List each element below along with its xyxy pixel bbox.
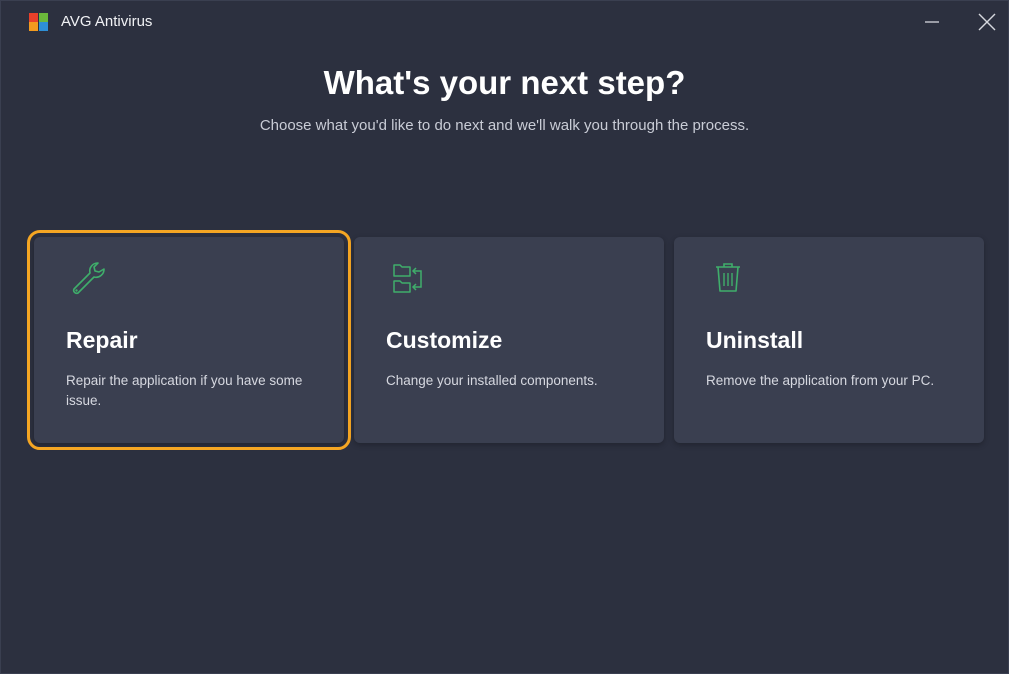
- avg-logo-icon: [29, 13, 48, 31]
- app-title: AVG Antivirus: [61, 13, 153, 30]
- customize-description: Change your installed components.: [386, 373, 598, 388]
- customize-title: Customize: [386, 327, 503, 353]
- close-icon: [978, 13, 996, 31]
- trash-icon: [716, 263, 740, 292]
- repair-description: Repair the application if you have some …: [66, 373, 303, 408]
- page-title: What's your next step?: [323, 64, 686, 101]
- minimize-button[interactable]: [912, 7, 952, 37]
- minimize-icon: [925, 21, 939, 23]
- customize-option-card[interactable]: Customize Change your installed componen…: [354, 237, 664, 443]
- uninstall-option-card[interactable]: Uninstall Remove the application from yo…: [674, 237, 984, 443]
- repair-option-card[interactable]: Repair Repair the application if you hav…: [27, 230, 351, 450]
- repair-title: Repair: [66, 327, 138, 353]
- folders-icon: [393, 264, 422, 293]
- title-bar: AVG Antivirus: [1, 1, 1008, 43]
- page-subtitle: Choose what you'd like to do next and we…: [259, 117, 750, 134]
- wrench-icon: [72, 262, 105, 295]
- uninstall-description: Remove the application from your PC.: [706, 373, 935, 388]
- app-window: AVG Antivirus What's your next step? Cho…: [0, 0, 1009, 674]
- close-button[interactable]: [967, 7, 1007, 37]
- uninstall-title: Uninstall: [706, 327, 804, 353]
